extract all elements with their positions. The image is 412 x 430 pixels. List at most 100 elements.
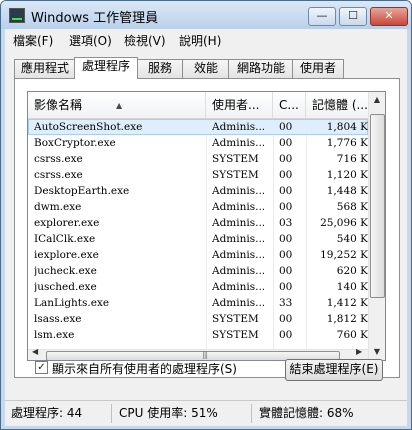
process-name-cell: LanLights.exe: [34, 297, 110, 309]
process-name-cell: lsm.exe: [34, 329, 75, 341]
grip-icon: |||: [202, 350, 208, 359]
cpu-cell: 00: [279, 169, 293, 181]
memory-cell: 1,812 K: [326, 313, 368, 325]
column-memory[interactable]: 記憶體 (...: [306, 92, 368, 118]
user-name-cell: Adminis...: [212, 265, 266, 277]
user-name-cell: Adminis...: [212, 297, 266, 309]
cpu-cell: 00: [279, 281, 293, 293]
menu-view[interactable]: 檢視(V): [124, 32, 166, 49]
cpu-cell: 00: [279, 121, 293, 133]
user-name-cell: Adminis...: [212, 281, 266, 293]
end-process-button[interactable]: 結束處理程序(E): [285, 359, 383, 381]
cpu-cell: 00: [279, 249, 293, 261]
scroll-right-icon[interactable]: ▶: [356, 347, 362, 356]
window-title: Windows 工作管理員: [31, 11, 159, 26]
user-name-cell: Adminis...: [212, 217, 266, 229]
status-cpu-usage: CPU 使用率: 51%: [119, 406, 218, 420]
column-image-name-label: 影像名稱: [34, 98, 83, 112]
tab-processes[interactable]: 處理程序: [74, 57, 138, 79]
memory-cell: 760 K: [336, 329, 368, 341]
memory-cell: 140 K: [336, 281, 368, 293]
memory-cell: 1,412 K: [326, 297, 368, 309]
menu-help[interactable]: 說明(H): [179, 32, 221, 49]
maximize-button[interactable]: ☐: [339, 7, 367, 26]
process-name-cell: ICalClk.exe: [34, 233, 96, 245]
sort-ascending-icon: ▲: [116, 101, 123, 110]
cpu-cell: 33: [279, 297, 293, 309]
memory-cell: 568 K: [336, 201, 368, 213]
cpu-cell: 00: [279, 137, 293, 149]
memory-cell: 1,804 K: [326, 121, 368, 133]
table-row[interactable]: jucheck.exe Adminis... 00 620 K: [28, 263, 368, 279]
scroll-up-icon[interactable]: ▲: [370, 92, 384, 108]
tab-performance[interactable]: 效能: [182, 59, 230, 78]
close-button[interactable]: ✕: [370, 7, 408, 26]
user-name-cell: Adminis...: [212, 137, 266, 149]
process-list[interactable]: 影像名稱 ▲ 使用者... C... 記憶體 (... AutoScreenSh…: [27, 91, 386, 361]
tab-users[interactable]: 使用者: [292, 59, 344, 78]
user-name-cell: SYSTEM: [212, 169, 259, 181]
table-row[interactable]: csrss.exe SYSTEM 00 1,120 K: [28, 167, 368, 183]
table-row[interactable]: AutoScreenShot.exe Adminis... 00 1,804 K: [28, 119, 368, 135]
cpu-cell: 00: [279, 201, 293, 213]
tab-services[interactable]: 服務: [136, 59, 184, 78]
process-name-cell: csrss.exe: [34, 169, 83, 181]
table-row[interactable]: jusched.exe Adminis... 00 140 K: [28, 279, 368, 295]
process-name-cell: dwm.exe: [34, 201, 82, 213]
scroll-down-icon[interactable]: ▼: [370, 344, 384, 360]
memory-cell: 620 K: [336, 265, 368, 277]
table-row[interactable]: iexplore.exe Adminis... 00 19,252 K: [28, 247, 368, 263]
table-row[interactable]: csrss.exe SYSTEM 00 716 K: [28, 151, 368, 167]
column-image-name[interactable]: 影像名稱 ▲: [28, 92, 206, 118]
vertical-scroll-thumb[interactable]: [370, 114, 385, 298]
cpu-cell: 03: [279, 217, 293, 229]
memory-cell: 1,120 K: [326, 169, 368, 181]
tab-networking[interactable]: 網路功能: [228, 59, 294, 78]
user-name-cell: Adminis...: [212, 249, 266, 261]
process-name-cell: AutoScreenShot.exe: [34, 121, 143, 133]
table-row[interactable]: lsass.exe SYSTEM 00 1,812 K: [28, 311, 368, 327]
tab-applications[interactable]: 應用程式: [14, 59, 76, 78]
menu-file[interactable]: 檔案(F): [13, 32, 53, 49]
memory-cell: 25,096 K: [320, 217, 368, 229]
status-divider: [111, 404, 112, 423]
memory-cell: 716 K: [336, 153, 368, 165]
cpu-cell: 00: [279, 153, 293, 165]
table-row[interactable]: ICalClk.exe Adminis... 00 540 K: [28, 231, 368, 247]
task-manager-icon: [9, 8, 25, 23]
title-bar[interactable]: Windows 工作管理員 — ☐ ✕: [1, 1, 411, 29]
table-row[interactable]: lsm.exe SYSTEM 00 760 K: [28, 327, 368, 343]
table-row[interactable]: DesktopEarth.exe Adminis... 00 1,448 K: [28, 183, 368, 199]
user-name-cell: Adminis...: [212, 121, 266, 133]
vertical-scrollbar[interactable]: ▲ ▼: [368, 92, 385, 360]
minimize-button[interactable]: —: [308, 7, 336, 26]
status-bar: 處理程序: 44 CPU 使用率: 51% 實體記憶體: 68%: [5, 400, 407, 426]
cpu-cell: 00: [279, 185, 293, 197]
table-row[interactable]: dwm.exe Adminis... 00 568 K: [28, 199, 368, 215]
status-process-count: 處理程序: 44: [11, 406, 83, 420]
column-cpu[interactable]: C...: [273, 92, 306, 118]
process-rows: AutoScreenShot.exe Adminis... 00 1,804 K Box…: [28, 119, 368, 343]
menu-options[interactable]: 選項(O): [69, 32, 112, 49]
scroll-left-icon[interactable]: ◀: [32, 347, 38, 356]
show-all-users-checkbox[interactable]: ✓: [35, 361, 48, 374]
process-name-cell: jucheck.exe: [34, 265, 97, 277]
task-manager-window: Windows 工作管理員 — ☐ ✕ 檔案(F) 選項(O) 檢視(V) 說明…: [0, 0, 412, 430]
status-memory-usage: 實體記憶體: 68%: [259, 406, 354, 420]
client-area: 檔案(F) 選項(O) 檢視(V) 說明(H) 應用程式 處理程序 服務 效能 …: [5, 29, 407, 426]
table-row[interactable]: LanLights.exe Adminis... 33 1,412 K: [28, 295, 368, 311]
process-name-cell: lsass.exe: [34, 313, 82, 325]
memory-cell: 1,776 K: [326, 137, 368, 149]
process-name-cell: explorer.exe: [34, 217, 100, 229]
status-divider: [251, 404, 252, 423]
show-all-users-label: 顯示來自所有使用者的處理程序(S): [52, 362, 237, 376]
table-row[interactable]: explorer.exe Adminis... 03 25,096 K: [28, 215, 368, 231]
cpu-cell: 00: [279, 313, 293, 325]
user-name-cell: Adminis...: [212, 201, 266, 213]
menu-bar: 檔案(F) 選項(O) 檢視(V) 說明(H): [5, 29, 407, 49]
column-user-name[interactable]: 使用者...: [206, 92, 273, 118]
user-name-cell: SYSTEM: [212, 329, 259, 341]
process-name-cell: jusched.exe: [34, 281, 97, 293]
cpu-cell: 00: [279, 265, 293, 277]
table-row[interactable]: BoxCryptor.exe Adminis... 00 1,776 K: [28, 135, 368, 151]
